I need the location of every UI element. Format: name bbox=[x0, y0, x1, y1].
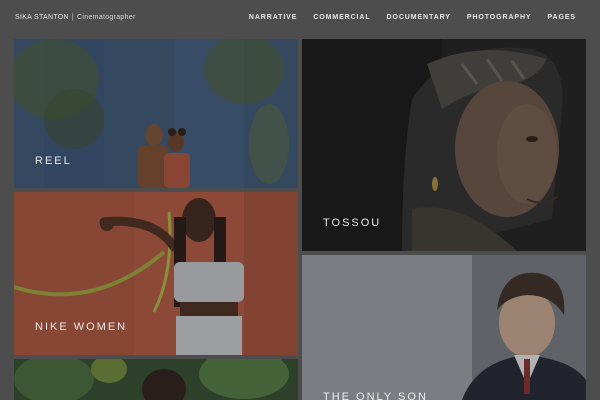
brand-role: Cinematographer bbox=[77, 14, 136, 21]
site-brand[interactable]: SIKA STANTON | Cinematographer bbox=[15, 14, 136, 21]
tile-title-tossou: TOSSOU bbox=[323, 217, 382, 229]
nav-documentary[interactable]: DOCUMENTARY bbox=[387, 14, 451, 21]
site-header: SIKA STANTON | Cinematographer NARRATIVE C… bbox=[0, 0, 600, 38]
tile-title-the-only-son: THE ONLY SON bbox=[323, 391, 428, 400]
project-tile-reel[interactable]: REEL bbox=[14, 39, 298, 188]
project-tile-partial[interactable] bbox=[14, 359, 298, 400]
project-tile-the-only-son[interactable]: THE ONLY SON bbox=[302, 255, 586, 400]
nav-pages[interactable]: PAGES bbox=[548, 14, 577, 21]
tile-title-nike-women: NIKE WOMEN bbox=[35, 321, 128, 333]
brand-separator: | bbox=[71, 14, 75, 21]
main-nav: NARRATIVE COMMERCIAL DOCUMENTARY PHOTOGR… bbox=[249, 14, 576, 21]
brand-name: SIKA STANTON bbox=[15, 14, 69, 21]
the-only-son-overlay bbox=[302, 255, 586, 400]
nav-photography[interactable]: PHOTOGRAPHY bbox=[467, 14, 532, 21]
partial-overlay bbox=[14, 359, 298, 400]
nav-commercial[interactable]: COMMERCIAL bbox=[313, 14, 370, 21]
project-tile-nike-women[interactable]: NIKE WOMEN bbox=[14, 192, 298, 355]
nav-narrative[interactable]: NARRATIVE bbox=[249, 14, 297, 21]
project-tile-tossou[interactable]: TOSSOU bbox=[302, 39, 586, 251]
tile-title-reel: REEL bbox=[35, 155, 72, 167]
